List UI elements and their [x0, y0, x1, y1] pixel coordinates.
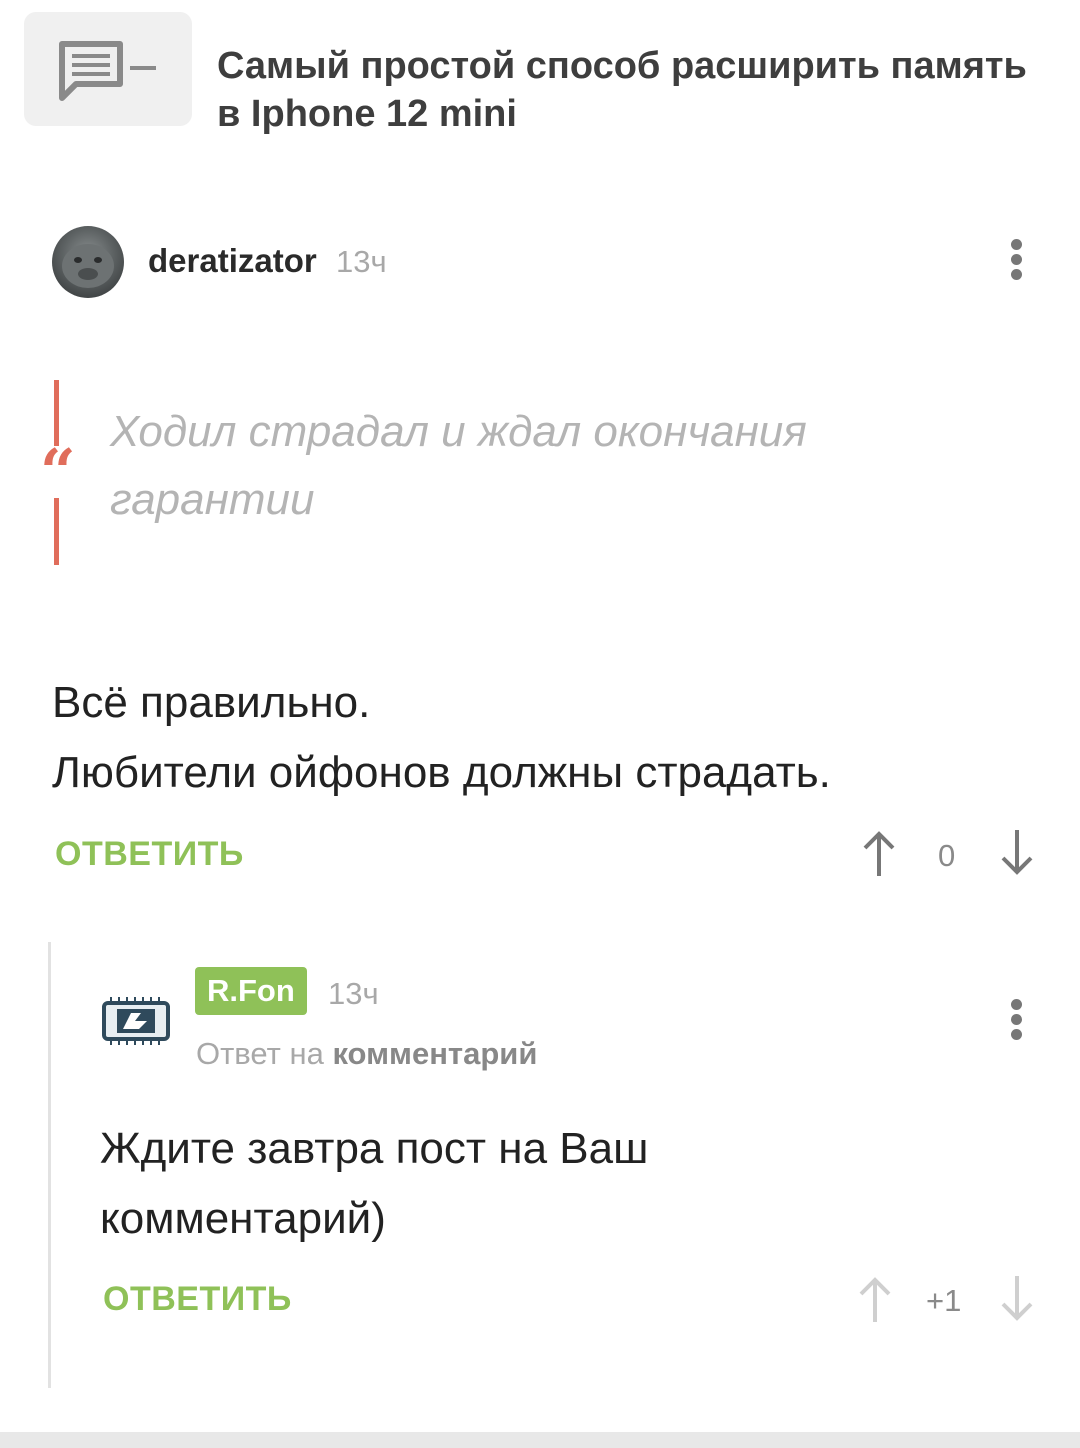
- rating-count: 0: [938, 838, 956, 873]
- post-header[interactable]: Самый простой способ расширить память в …: [24, 12, 1064, 152]
- post-thumbnail[interactable]: [24, 12, 192, 126]
- thread-line[interactable]: [48, 942, 51, 1388]
- avatar[interactable]: [52, 226, 124, 298]
- bottom-divider: [0, 1432, 1080, 1448]
- reply-text-line: Ждите завтра пост на Ваш: [100, 1124, 649, 1173]
- chip-icon: [102, 997, 170, 1045]
- reply-to-prefix: Ответ на: [196, 1036, 324, 1071]
- reply-time: 13ч: [328, 976, 379, 1011]
- quote-bar: [54, 498, 59, 565]
- reply-button[interactable]: ОТВЕТИТЬ: [103, 1280, 292, 1319]
- more-options-icon[interactable]: [1006, 996, 1026, 1044]
- more-options-icon[interactable]: [1006, 236, 1026, 284]
- comment-text-line: Любители ойфонов должны страдать.: [52, 748, 831, 797]
- reply-username-badge[interactable]: R.Fon: [195, 967, 307, 1015]
- comment-icon: [59, 41, 156, 101]
- comment-time: 13ч: [336, 244, 387, 279]
- rating-count: +1: [926, 1283, 962, 1318]
- avatar-image: [62, 244, 114, 288]
- comment-header: deratizator 13ч: [52, 226, 1042, 298]
- upvote-icon[interactable]: [861, 830, 897, 883]
- avatar[interactable]: [101, 995, 171, 1047]
- downvote-icon[interactable]: [999, 828, 1035, 881]
- quote-block: “ Ходил страдал и ждал окончания гаранти…: [40, 380, 1014, 565]
- reply-to-link[interactable]: Ответ на комментарий: [196, 1036, 537, 1072]
- quote-icon: “: [40, 435, 76, 508]
- reply-button[interactable]: ОТВЕТИТЬ: [55, 835, 244, 874]
- comment-username[interactable]: deratizator: [148, 242, 317, 280]
- comment-text-line: Всё правильно.: [52, 678, 371, 727]
- quote-text: Ходил страдал и ждал окончания гарантии: [110, 407, 807, 524]
- downvote-icon[interactable]: [999, 1274, 1035, 1327]
- reply-text-line: комментарий): [100, 1194, 386, 1243]
- reply-to-target[interactable]: комментарий: [332, 1036, 537, 1071]
- post-title[interactable]: Самый простой способ расширить память в …: [217, 42, 1037, 138]
- upvote-icon[interactable]: [857, 1276, 893, 1329]
